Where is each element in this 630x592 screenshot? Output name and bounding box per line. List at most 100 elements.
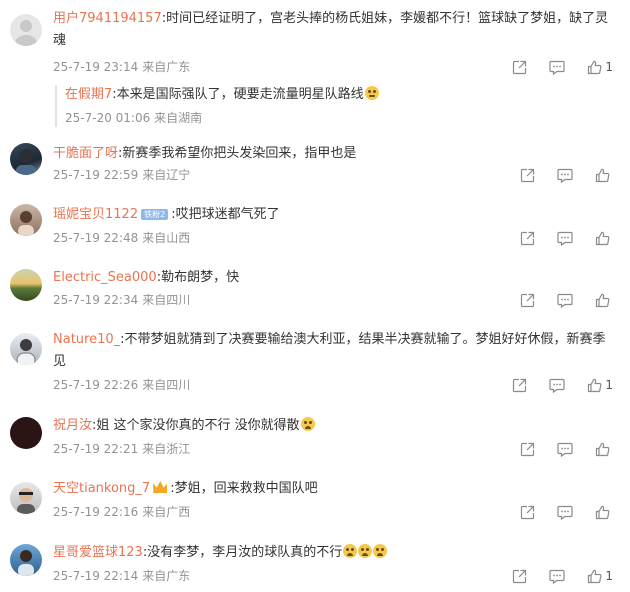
comment-meta: 25-7-19 22:26 来自四川 — [53, 377, 190, 393]
like-button[interactable] — [595, 231, 613, 246]
comment-text: :梦姐，回来救救中国队吧 — [170, 481, 318, 496]
like-count: 1 — [605, 60, 613, 74]
like-count: 1 — [605, 569, 613, 583]
like-button[interactable] — [595, 442, 613, 457]
avatar[interactable] — [10, 544, 42, 576]
comment-item: Electric_Sea000:勒布朗梦，快 25-7-19 22:34 来自四川 — [0, 267, 630, 317]
comment-item: Nature10_:不带梦姐就猜到了决赛要输给澳大利亚，结果半决赛就输了。梦姐好… — [0, 329, 630, 399]
comment-body: Electric_Sea000:勒布朗梦，快 — [53, 267, 613, 289]
comment-meta: 25-7-19 22:16 来自广西 — [53, 504, 190, 520]
thumbs-up-icon — [595, 442, 610, 456]
comment-time: 25-7-19 22:48 — [53, 231, 139, 245]
comment-username[interactable]: 干脆面了呀 — [53, 146, 118, 161]
comment-meta: 25-7-19 22:21 来自浙江 — [53, 441, 190, 457]
comment-item: 祝月汝:姐 这个家没你真的不行 没你就得散 25-7-19 22:21 来自浙江 — [0, 415, 630, 465]
reply-location: 来自湖南 — [154, 111, 203, 125]
like-button[interactable]: 1 — [587, 378, 613, 393]
comment-text: :不带梦姐就猜到了决赛要输给澳大利亚，结果半决赛就输了。梦姐好好休假，新赛季见 — [53, 332, 606, 369]
comment-item: 天空tiankong_7 :梦姐，回来救救中国队吧 25-7-19 22:16 来自… — [0, 478, 630, 528]
avatar[interactable] — [10, 204, 42, 236]
cry-emoji-icon — [300, 417, 315, 431]
comment-location: 来自广西 — [142, 505, 191, 519]
avatar[interactable] — [10, 482, 42, 514]
comment-icon[interactable] — [557, 231, 573, 246]
comment-text: :勒布朗梦，快 — [156, 270, 240, 285]
like-count: 1 — [605, 378, 613, 392]
share-icon[interactable] — [520, 231, 535, 246]
comment-username[interactable]: 星哥爱篮球123 — [53, 545, 143, 560]
share-icon[interactable] — [520, 293, 535, 308]
like-button[interactable]: 1 — [587, 569, 613, 584]
comment-body: 用户7941194157:时间已经证明了，宫老头捧的杨氏姐妹，李媛都不行！篮球缺… — [53, 8, 613, 52]
comment-actions — [498, 167, 613, 183]
comment-time: 25-7-19 22:34 — [53, 293, 139, 307]
comment-username[interactable]: Nature10_ — [53, 332, 120, 347]
share-icon[interactable] — [520, 505, 535, 520]
comment-username[interactable]: 祝月汝 — [53, 418, 92, 433]
thumbs-up-icon — [588, 569, 602, 583]
comment-body: 瑶妮宝贝1122 铁粉2:哎把球迷都气死了 — [53, 204, 613, 226]
comment-icon[interactable] — [557, 168, 573, 183]
avatar[interactable] — [10, 269, 42, 301]
reply-username[interactable]: 在假期7 — [65, 87, 112, 102]
reply-time: 25-7-20 01:06 — [65, 111, 151, 125]
cry-emoji-icon — [358, 544, 373, 558]
reply-block: 在假期7:本来是国际强队了，硬要走流量明星队路线 25-7-20 01:06 来… — [55, 85, 610, 127]
avatar[interactable] — [10, 143, 42, 175]
comment-icon[interactable] — [557, 505, 573, 520]
comment-meta: 25-7-19 22:48 来自山西 — [53, 230, 190, 246]
like-button[interactable] — [595, 505, 613, 520]
thumbs-up-icon — [588, 378, 602, 392]
share-icon[interactable] — [520, 442, 535, 457]
comment-actions — [498, 292, 613, 308]
thumbs-up-icon — [595, 505, 610, 519]
comment-icon[interactable] — [549, 378, 565, 393]
comment-location: 来自四川 — [142, 293, 191, 307]
laugh-emoji-icon — [364, 86, 379, 100]
comment-time: 25-7-19 22:16 — [53, 505, 139, 519]
comment-text: :哎把球迷都气死了 — [171, 207, 280, 222]
comment-text: :新赛季我希望你把头发染回来，指甲也是 — [118, 146, 357, 161]
comment-actions — [498, 441, 613, 457]
thumbs-up-icon — [595, 168, 610, 182]
comment-username[interactable]: 瑶妮宝贝1122 — [53, 207, 138, 222]
comment-item: 用户7941194157:时间已经证明了，宫老头捧的杨氏姐妹，李媛都不行！篮球缺… — [0, 8, 630, 148]
comment-time: 25-7-19 22:59 — [53, 168, 139, 182]
comment-time: 25-7-19 22:14 — [53, 569, 139, 583]
comment-location: 来自广东 — [142, 60, 191, 74]
comment-item: 干脆面了呀:新赛季我希望你把头发染回来，指甲也是 25-7-19 22:59 来自… — [0, 143, 630, 193]
comment-body: Nature10_:不带梦姐就猜到了决赛要输给澳大利亚，结果半决赛就输了。梦姐好… — [53, 329, 613, 373]
comment-actions: 1 — [490, 59, 613, 75]
comment-location: 来自辽宁 — [142, 168, 191, 182]
comment-username[interactable]: 用户7941194157 — [53, 11, 162, 26]
like-button[interactable] — [595, 293, 613, 308]
comment-icon[interactable] — [557, 293, 573, 308]
comment-time: 25-7-19 22:26 — [53, 378, 139, 392]
avatar[interactable] — [10, 14, 42, 46]
comment-username[interactable]: 天空tiankong_7 — [53, 481, 150, 496]
share-icon[interactable] — [512, 378, 527, 393]
comment-icon[interactable] — [557, 442, 573, 457]
comment-username[interactable]: Electric_Sea000 — [53, 270, 157, 285]
thumbs-up-icon — [588, 60, 602, 74]
share-icon[interactable] — [512, 569, 527, 584]
comment-actions: 1 — [490, 377, 613, 393]
comment-item: 瑶妮宝贝1122 铁粉2:哎把球迷都气死了 25-7-19 22:48 来自山西 — [0, 204, 630, 254]
share-icon[interactable] — [520, 168, 535, 183]
comment-icon[interactable] — [549, 60, 565, 75]
thumbs-up-icon — [595, 293, 610, 307]
avatar[interactable] — [10, 333, 42, 365]
share-icon[interactable] — [512, 60, 527, 75]
comment-meta: 25-7-19 22:59 来自辽宁 — [53, 167, 190, 183]
comment-icon[interactable] — [549, 569, 565, 584]
comment-location: 来自广东 — [142, 569, 191, 583]
comment-time: 25-7-19 23:14 — [53, 60, 139, 74]
crown-badge-icon — [153, 481, 168, 493]
thumbs-up-icon — [595, 231, 610, 245]
like-button[interactable] — [595, 168, 613, 183]
comment-location: 来自浙江 — [142, 442, 191, 456]
comment-actions — [498, 504, 613, 520]
comment-body: 祝月汝:姐 这个家没你真的不行 没你就得散 — [53, 415, 613, 437]
avatar[interactable] — [10, 417, 42, 449]
like-button[interactable]: 1 — [587, 60, 613, 75]
